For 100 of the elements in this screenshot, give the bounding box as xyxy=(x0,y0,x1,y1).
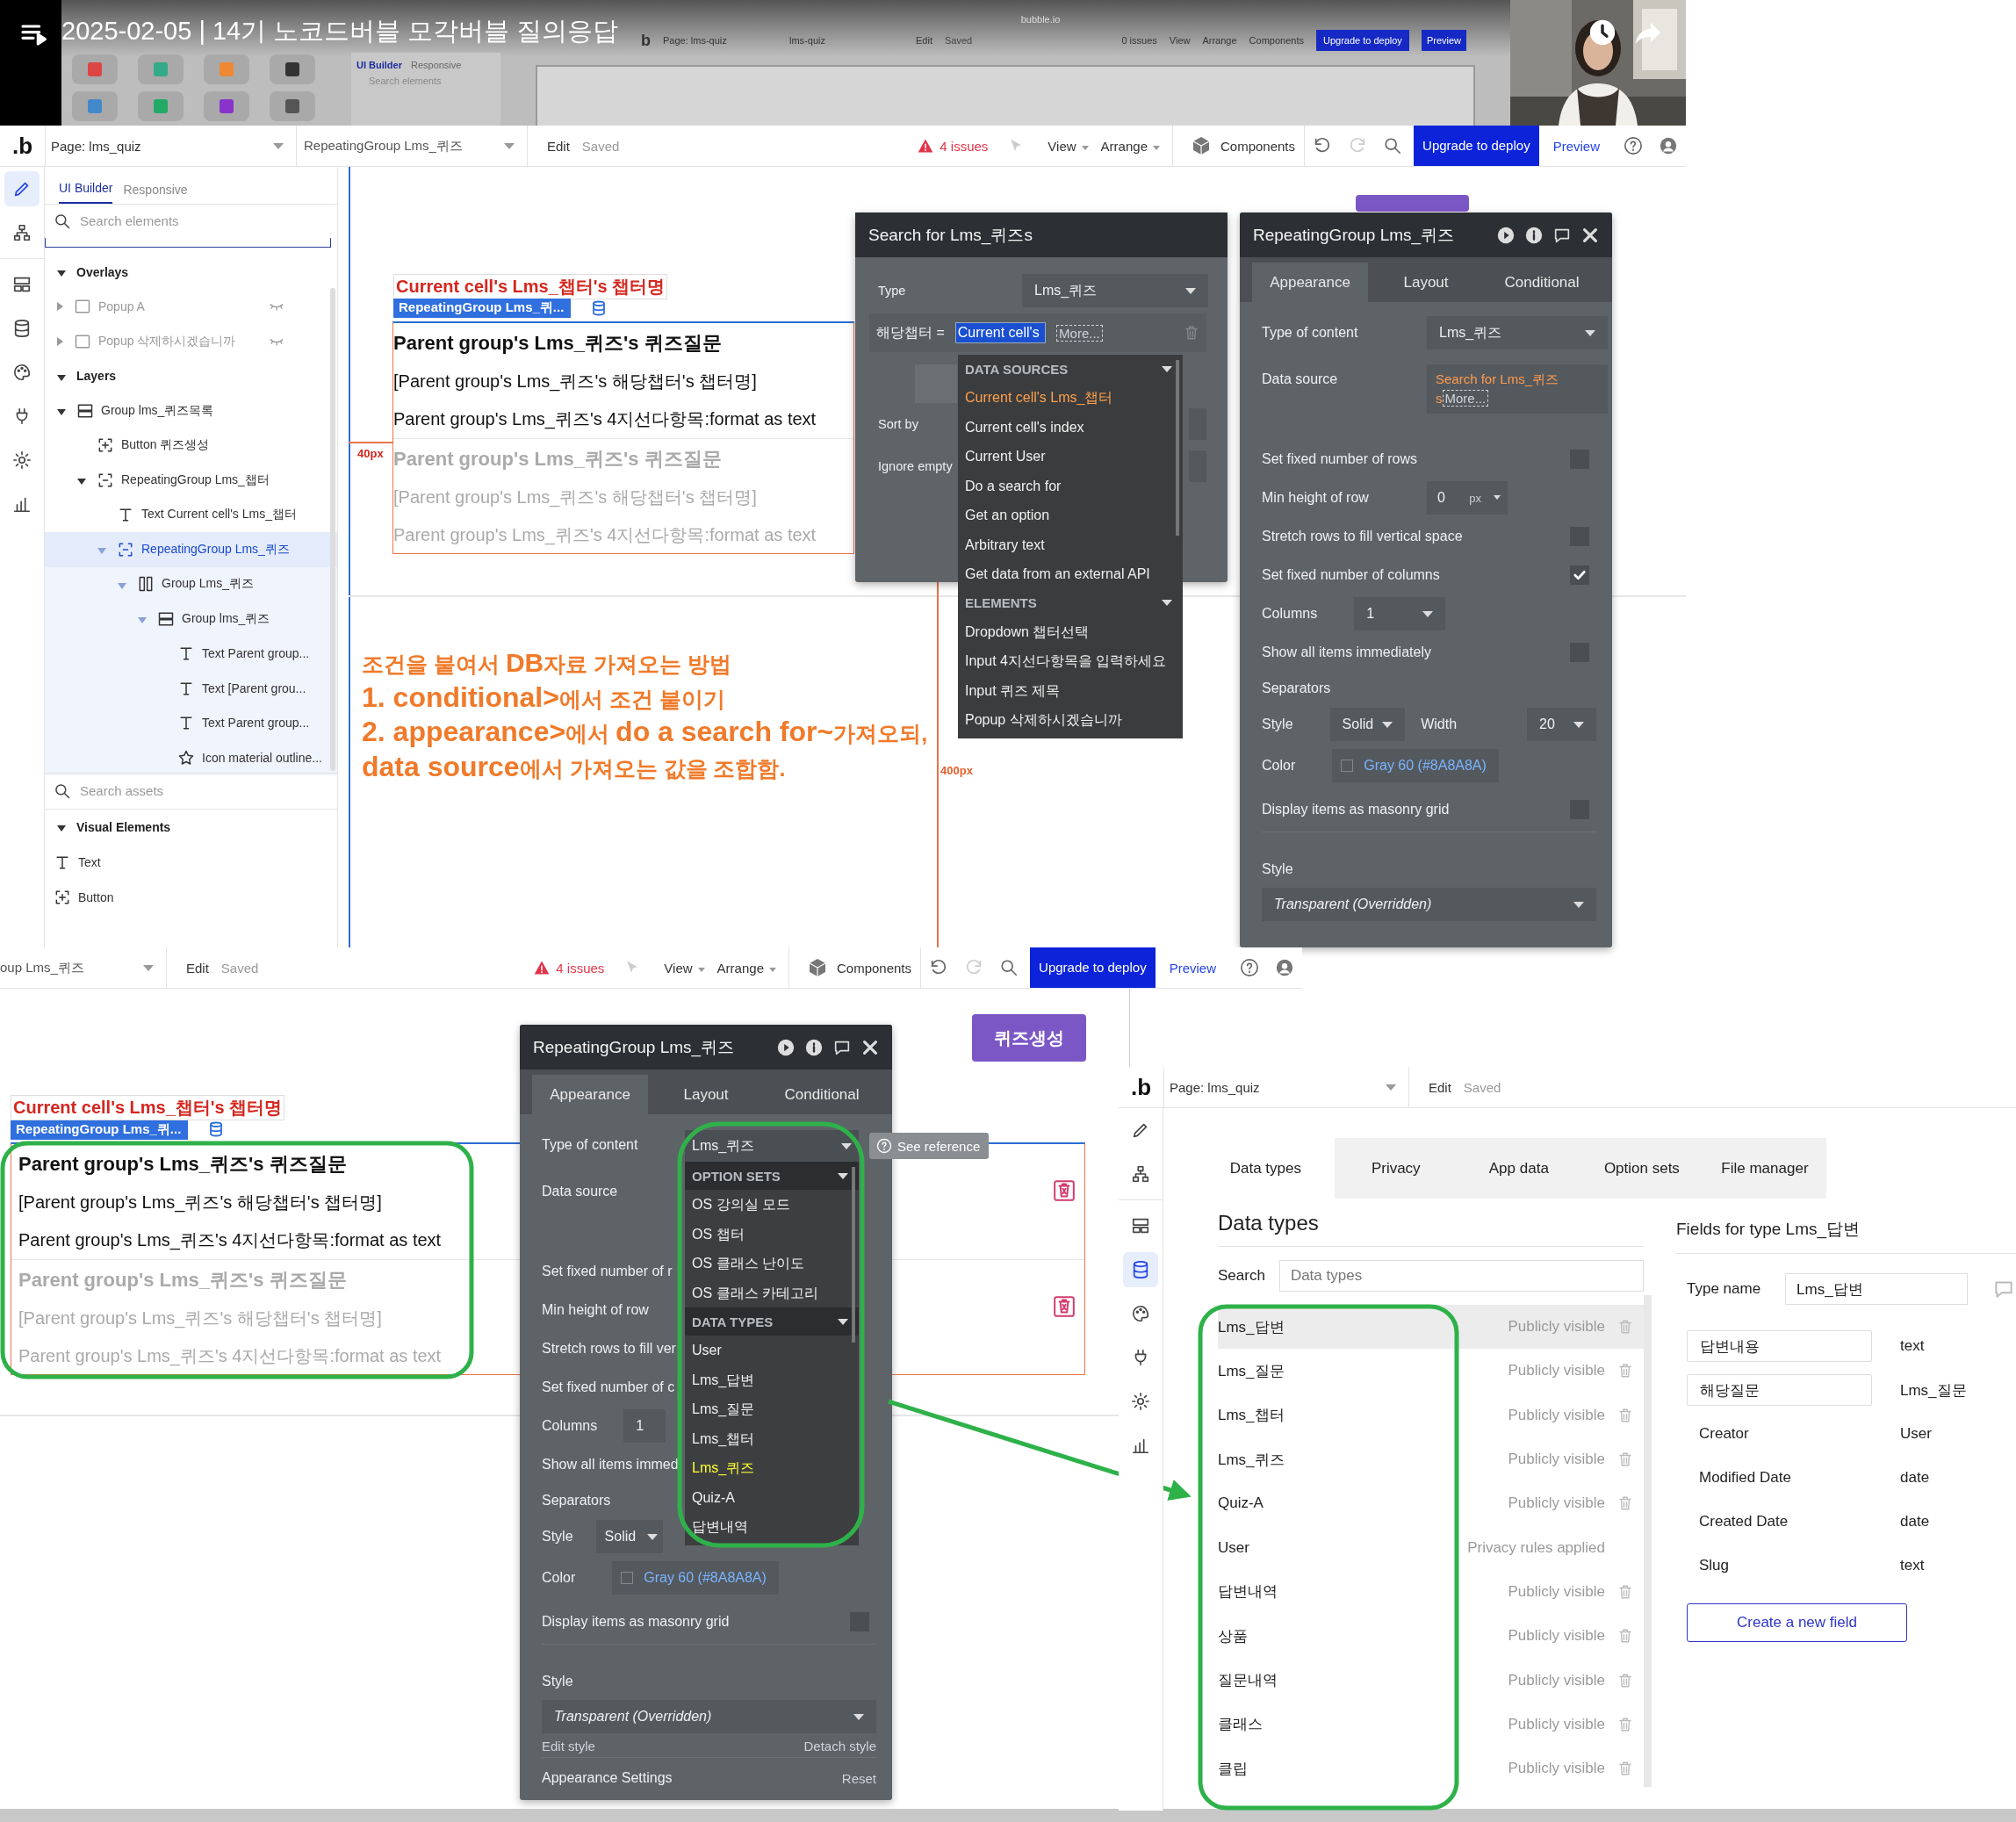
palette-item[interactable]: Text xyxy=(45,844,337,880)
scrollbar[interactable] xyxy=(852,1167,855,1343)
page-dropdown[interactable]: Page: lms_quiz xyxy=(46,126,297,166)
dropdown-option[interactable]: Lms_챕터 xyxy=(685,1423,859,1453)
preview-button[interactable]: Preview xyxy=(1538,138,1616,154)
dropdown-option[interactable]: Current cell's Lms_챕터 xyxy=(958,383,1183,413)
data-source-field[interactable]: Search for Lms_퀴즈 s More... xyxy=(1427,364,1608,414)
data-type-item[interactable]: Lms_질문 Publicly visible xyxy=(1218,1349,1644,1394)
caret-icon[interactable] xyxy=(57,409,66,416)
data-type-item[interactable]: 클립 Publicly visible xyxy=(1218,1746,1644,1791)
panel-tab[interactable]: Appearance xyxy=(1252,263,1368,302)
data-tab[interactable]: Data types xyxy=(1197,1138,1335,1199)
layer-item[interactable]: Text Parent group... xyxy=(45,636,337,671)
info-icon[interactable] xyxy=(1524,225,1544,245)
edit-style-link[interactable]: Edit style xyxy=(542,1739,595,1754)
data-type-item[interactable]: 상품 Publicly visible xyxy=(1218,1614,1644,1659)
data-type-item[interactable]: Lms_답변 Publicly visible xyxy=(1218,1305,1644,1350)
repeating-group[interactable] xyxy=(392,321,854,554)
components-button[interactable]: Components xyxy=(1172,126,1306,166)
columns-dropdown[interactable]: 1 xyxy=(1354,597,1446,630)
dropdown-option[interactable]: OS 클래스 카테고리 xyxy=(685,1278,859,1307)
view-menu[interactable]: View xyxy=(1169,35,1191,46)
data-type-item[interactable]: User Privacy rules applied xyxy=(1218,1525,1644,1570)
dropdown-option[interactable]: 답변내역 xyxy=(685,1512,859,1542)
palette-item[interactable]: Button xyxy=(45,879,337,915)
section-header[interactable]: Layers xyxy=(45,358,337,393)
help-icon[interactable] xyxy=(1624,136,1643,155)
info-icon[interactable] xyxy=(804,1037,824,1057)
layer-item[interactable]: RepeatingGroup Lms_퀴즈 xyxy=(45,532,337,567)
app-icon[interactable] xyxy=(203,91,249,121)
layer-item[interactable]: Icon material outline... xyxy=(45,740,337,775)
caret-icon[interactable] xyxy=(57,825,66,832)
caret-icon[interactable] xyxy=(57,374,66,381)
components-button[interactable]: Components xyxy=(1249,35,1304,46)
search-field[interactable]: Search assets xyxy=(80,784,328,798)
panel-tab[interactable]: Conditional xyxy=(764,1075,880,1114)
section-header[interactable]: Visual Elements xyxy=(45,810,337,845)
data-type-item[interactable]: 질문내역 Publicly visible xyxy=(1218,1658,1644,1703)
view-menu[interactable]: View xyxy=(664,960,705,976)
search-field[interactable]: Data types xyxy=(1278,1260,1644,1292)
dropdown-option[interactable]: OS 클래스 난이도 xyxy=(685,1249,859,1278)
sidebar-tab[interactable]: UI Builder xyxy=(59,181,113,204)
page-dropdown[interactable]: Page: lms-quiz xyxy=(663,35,777,46)
expression-field[interactable]: Current cell's xyxy=(954,322,1047,343)
dropdown-option[interactable]: Popup 삭제하시겠습니까 xyxy=(958,705,1183,735)
dropdown-option[interactable]: Lms_답변 xyxy=(685,1365,859,1394)
rail-button[interactable] xyxy=(4,171,40,206)
type-dropdown[interactable]: Lms_퀴즈 xyxy=(685,1130,859,1162)
dropdown-option[interactable]: Current User xyxy=(958,442,1183,472)
page-dropdown[interactable]: Page: lms_quiz xyxy=(1164,1067,1409,1107)
dropdown-option[interactable]: Lms_퀴즈 xyxy=(685,1453,859,1483)
layer-item[interactable]: Text Current cell's Lms_챕터 xyxy=(45,497,337,532)
detach-style-link[interactable]: Detach style xyxy=(803,1739,876,1754)
dropdown-option[interactable]: Input 퀴즈 제목 xyxy=(958,675,1183,705)
issues-button[interactable]: 4 issues xyxy=(533,959,605,976)
section-header[interactable]: Overlays xyxy=(45,255,337,290)
app-icon[interactable] xyxy=(269,91,315,121)
upgrade-button[interactable]: Upgrade to deploy xyxy=(1315,30,1409,51)
panel-tab[interactable]: Layout xyxy=(1368,263,1484,302)
layer-item[interactable]: Text Parent group... xyxy=(45,705,337,740)
delete-icon[interactable] xyxy=(1053,1295,1076,1318)
layer-item[interactable]: Button 퀴즈생성 xyxy=(45,428,337,463)
delete-icon[interactable] xyxy=(1053,1179,1076,1202)
page-name-dropdown[interactable]: lms-quiz xyxy=(789,35,904,46)
panel-tab[interactable]: Conditional xyxy=(1484,263,1600,302)
components-button[interactable]: Components xyxy=(788,947,922,988)
dropdown-option[interactable]: Input 4지선다항목을 입력하세요 xyxy=(958,646,1183,676)
data-type-item[interactable]: 답변내역 Publicly visible xyxy=(1218,1569,1644,1615)
checkbox[interactable] xyxy=(1570,565,1589,585)
data-tab[interactable]: File manager xyxy=(1703,1138,1826,1199)
style-dropdown[interactable]: Transparent (Overridden) xyxy=(1262,888,1596,921)
dropdown-option[interactable]: OS 강의실 모드 xyxy=(685,1190,859,1220)
columns-dropdown[interactable]: 1 xyxy=(623,1409,666,1443)
dropdown-option[interactable]: User xyxy=(685,1336,859,1365)
search-icon[interactable] xyxy=(999,958,1019,977)
data-tab[interactable]: App data xyxy=(1457,1138,1580,1199)
dropdown-option[interactable]: Current cell's index xyxy=(958,412,1183,442)
scrollbar[interactable] xyxy=(1176,360,1179,536)
dropdown-option[interactable]: Lms_질문 xyxy=(685,1394,859,1424)
number-field[interactable]: 0 px xyxy=(1427,481,1508,515)
layer-item[interactable]: Group lms_퀴즈 xyxy=(45,601,337,637)
rail-button[interactable] xyxy=(1123,1252,1158,1287)
dropdown-option[interactable]: OS 챕터 xyxy=(685,1219,859,1249)
play-icon[interactable] xyxy=(1496,225,1516,245)
element-tag[interactable]: RepeatingGroup Lms_퀴... xyxy=(393,299,572,318)
arrange-menu[interactable]: Arrange xyxy=(716,960,776,976)
caret-icon[interactable] xyxy=(57,270,66,277)
sidebar-tab[interactable]: Responsive xyxy=(410,60,462,70)
dropdown-option[interactable]: Get an option xyxy=(958,501,1183,530)
logo[interactable]: .b xyxy=(1119,1067,1164,1107)
data-tab[interactable]: Option sets xyxy=(1580,1138,1703,1199)
layer-item[interactable]: Text [Parent grou... xyxy=(45,671,337,706)
upgrade-button[interactable]: Upgrade to deploy xyxy=(1414,126,1539,166)
arrange-menu[interactable]: Arrange xyxy=(1202,35,1237,46)
sidebar-tab[interactable]: UI Builder xyxy=(356,60,402,70)
avatar-icon[interactable] xyxy=(1275,958,1294,977)
clock-icon[interactable] xyxy=(1588,18,1617,47)
play-icon[interactable] xyxy=(776,1037,796,1057)
issues-button[interactable]: 4 issues xyxy=(917,137,989,155)
type-dropdown[interactable]: Lms_퀴즈 xyxy=(1022,274,1208,307)
